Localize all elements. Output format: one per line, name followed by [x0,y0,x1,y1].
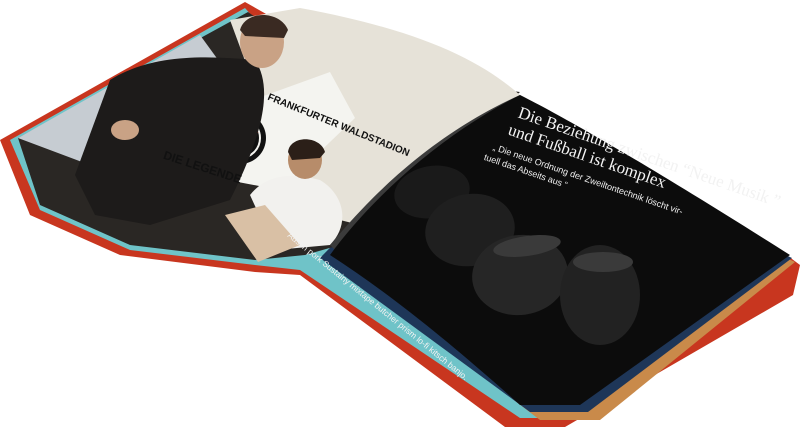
speaker-4-top [573,252,633,272]
standing-man-hand [111,120,139,140]
